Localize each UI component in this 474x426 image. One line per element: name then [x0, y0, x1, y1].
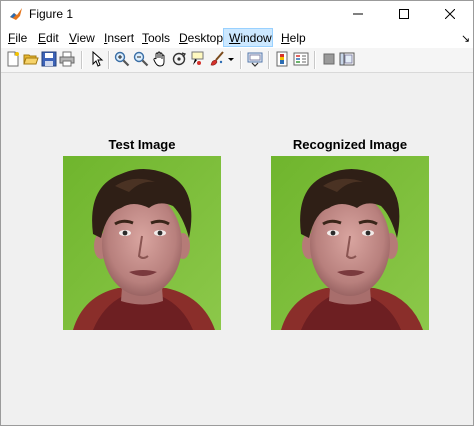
dock-figure-icon[interactable]: ↘ — [461, 32, 470, 45]
test-image[interactable] — [63, 156, 221, 330]
menu-view[interactable]: View — [69, 30, 95, 46]
menu-edit[interactable]: Edit — [38, 30, 59, 46]
save-figure-icon[interactable] — [41, 51, 57, 67]
axes-title-recognized: Recognized Image — [292, 137, 408, 152]
menu-window[interactable]: Window — [229, 30, 272, 46]
open-file-icon[interactable] — [23, 51, 39, 67]
legend-icon[interactable] — [293, 51, 309, 67]
link-plot-icon[interactable] — [247, 51, 263, 67]
new-figure-icon[interactable] — [5, 51, 21, 67]
recognized-image[interactable] — [271, 156, 429, 330]
data-cursor-icon[interactable] — [190, 51, 206, 67]
pan-hand-icon[interactable] — [152, 51, 168, 67]
brush-icon[interactable] — [209, 51, 225, 67]
menu-bar: File Edit View Insert Tools Desktop Wind… — [1, 28, 473, 48]
close-button[interactable] — [427, 1, 473, 28]
figure-window: Figure 1 File Edit View Insert Tools Des… — [0, 0, 474, 426]
brush-dropdown-icon[interactable] — [227, 51, 235, 67]
menu-insert[interactable]: Insert — [104, 30, 134, 46]
zoom-out-icon[interactable] — [133, 51, 149, 67]
minimize-icon — [353, 13, 363, 15]
menu-file[interactable]: File — [8, 30, 27, 46]
show-plot-tools-icon[interactable] — [339, 51, 355, 67]
hide-plot-tools-icon[interactable] — [321, 51, 337, 67]
rotate-3d-icon[interactable] — [171, 51, 187, 67]
menu-tools[interactable]: Tools — [142, 30, 170, 46]
window-title: Figure 1 — [29, 7, 74, 21]
menu-desktop[interactable]: Desktop — [179, 30, 223, 46]
figure-toolbar — [1, 48, 473, 73]
edit-plot-arrow-icon[interactable] — [88, 51, 104, 67]
colorbar-icon[interactable] — [274, 51, 290, 67]
minimize-button[interactable] — [335, 1, 381, 28]
menu-help[interactable]: Help — [281, 30, 306, 46]
print-icon[interactable] — [59, 51, 75, 67]
title-bar[interactable]: Figure 1 — [1, 1, 473, 28]
matlab-logo-icon — [8, 6, 24, 22]
axes-title-test: Test Image — [108, 137, 176, 152]
zoom-in-icon[interactable] — [114, 51, 130, 67]
close-icon — [445, 9, 455, 19]
maximize-icon — [399, 9, 409, 19]
maximize-button[interactable] — [381, 1, 427, 28]
